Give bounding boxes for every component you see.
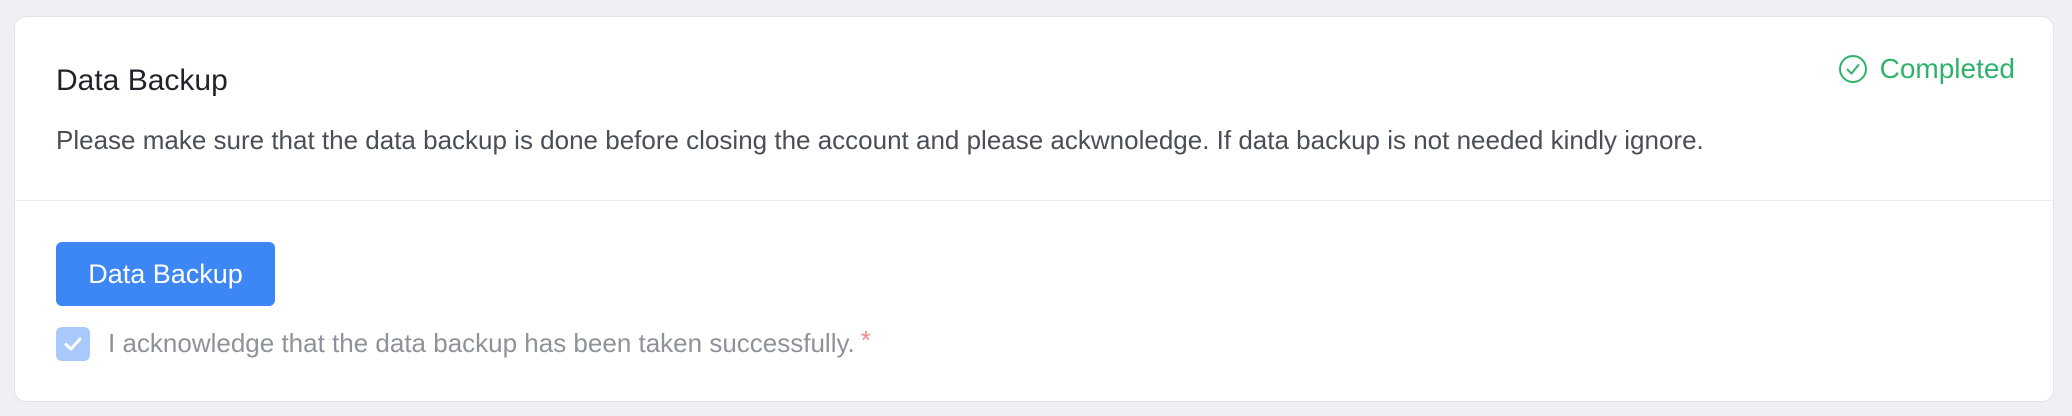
status-label: Completed: [1879, 53, 2015, 84]
required-marker: *: [860, 325, 871, 355]
acknowledge-checkbox[interactable]: [56, 327, 90, 361]
section-title: Data Backup: [56, 64, 228, 97]
check-circle-icon: [1838, 54, 1868, 84]
data-backup-card: Data Backup Completed Please make sure t…: [14, 16, 2054, 402]
data-backup-button[interactable]: Data Backup: [56, 242, 275, 306]
section-description: Please make sure that the data backup is…: [56, 125, 1704, 155]
check-icon: [64, 337, 82, 351]
status-badge: Completed: [1838, 51, 2015, 87]
card-body: Data Backup I acknowledge that the data …: [15, 201, 2053, 401]
acknowledge-label: I acknowledge that the data backup has b…: [108, 328, 855, 359]
acknowledgement-row: I acknowledge that the data backup has b…: [56, 327, 871, 361]
card-header: Data Backup Completed Please make sure t…: [15, 17, 2053, 201]
